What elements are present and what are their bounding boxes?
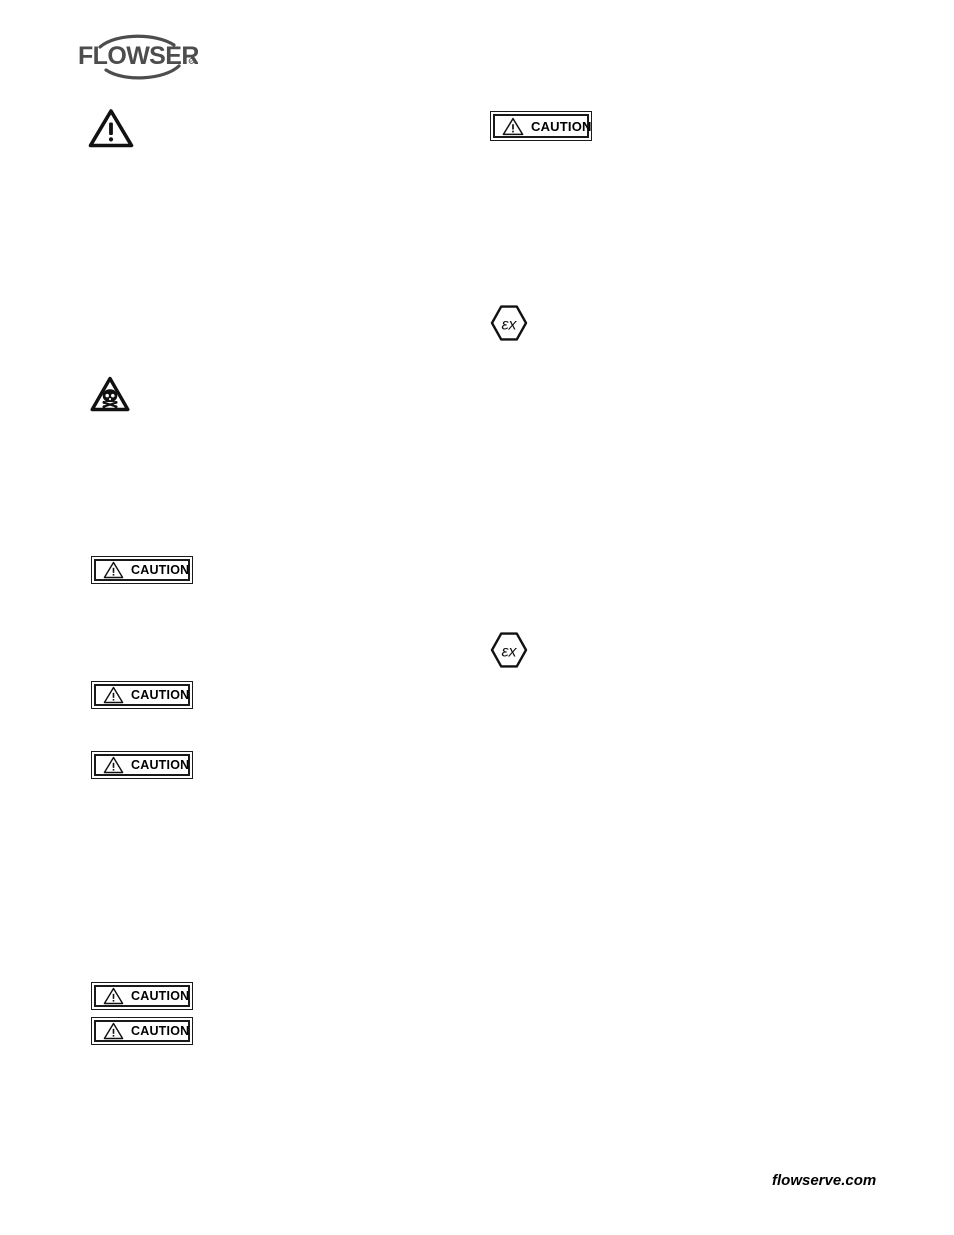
caution-label: CAUTION: [131, 757, 190, 772]
caution-triangle-icon: [103, 987, 124, 1005]
caution-triangle-icon: [103, 756, 124, 774]
atex-ex-hexagon-icon: εx: [490, 305, 528, 341]
atex-ex-hexagon-icon: εx: [490, 632, 528, 668]
warning-triangle-icon: [88, 108, 134, 148]
caution-notice-box: CAUTION: [490, 111, 592, 141]
caution-triangle-icon: [103, 686, 124, 704]
ex-label: εx: [501, 644, 517, 661]
caution-notice-box: CAUTION: [91, 681, 193, 709]
document-page: FLOWSERVE R: [0, 0, 954, 1235]
footer-website-url[interactable]: flowserve.com: [772, 1172, 876, 1189]
ex-label: εx: [501, 317, 517, 334]
caution-label: CAUTION: [131, 562, 190, 577]
caution-notice-box: CAUTION: [91, 751, 193, 779]
caution-label: CAUTION: [531, 118, 592, 134]
caution-notice-box: CAUTION: [91, 982, 193, 1010]
caution-notice-box: CAUTION: [91, 1017, 193, 1045]
caution-triangle-icon: [103, 561, 124, 579]
flowserve-wordmark: FLOWSERVE: [78, 42, 198, 70]
caution-label: CAUTION: [131, 687, 190, 702]
caution-triangle-icon: [103, 1022, 124, 1040]
toxic-hazard-triangle-icon: [90, 376, 130, 412]
caution-triangle-icon: [502, 117, 524, 135]
caution-label: CAUTION: [131, 988, 190, 1003]
caution-label: CAUTION: [131, 1023, 190, 1038]
flowserve-logo: FLOWSERVE R: [78, 30, 198, 82]
caution-notice-box: CAUTION: [91, 556, 193, 584]
